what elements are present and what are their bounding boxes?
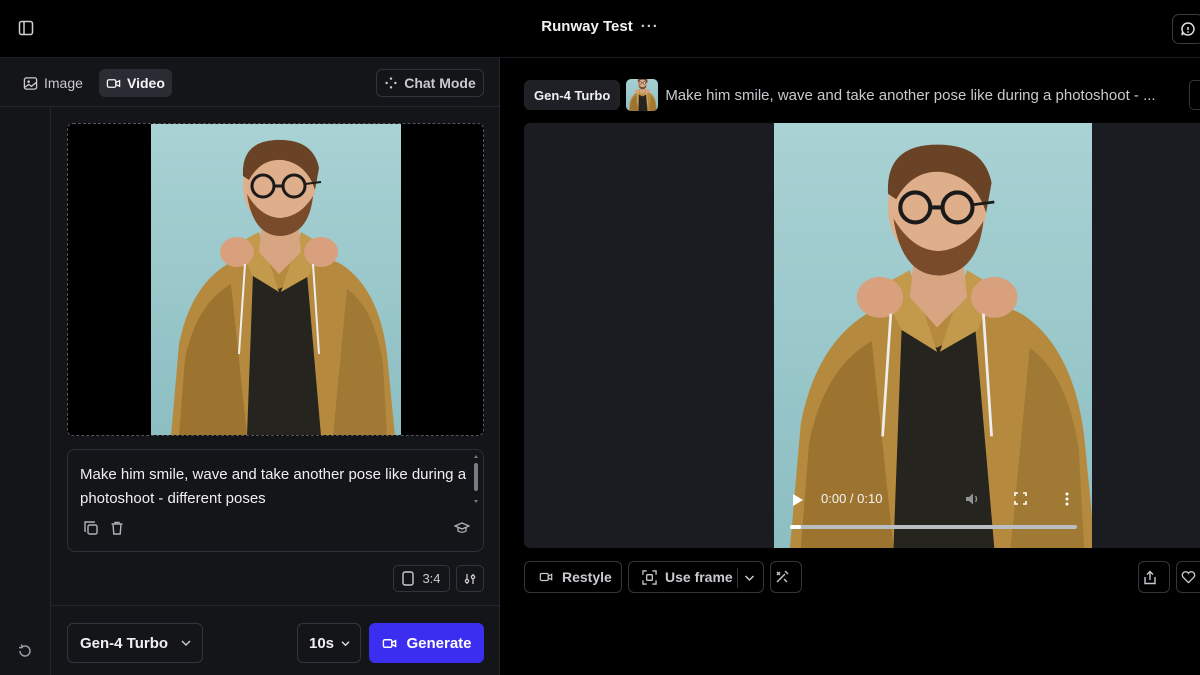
model-select[interactable]: Gen-4 Turbo bbox=[67, 623, 203, 663]
duration-value: 10s bbox=[309, 634, 335, 652]
heart-icon bbox=[1181, 571, 1195, 584]
trash-icon[interactable] bbox=[109, 520, 125, 541]
tab-video[interactable]: Video bbox=[99, 69, 172, 97]
project-title-bar: Runway Test ··· bbox=[0, 18, 1200, 35]
restyle-label: Restyle bbox=[562, 569, 612, 585]
chevron-down-icon bbox=[341, 641, 350, 647]
play-icon[interactable] bbox=[792, 493, 804, 512]
copy-icon[interactable] bbox=[83, 520, 99, 541]
left-rail bbox=[0, 107, 51, 675]
use-frame-button[interactable]: Use frame bbox=[628, 561, 764, 593]
video-icon bbox=[383, 638, 397, 648]
model-select-value: Gen-4 Turbo bbox=[80, 634, 169, 652]
image-icon bbox=[23, 76, 38, 90]
sliders-icon bbox=[464, 573, 476, 584]
chevron-down-icon bbox=[181, 640, 191, 647]
video-icon bbox=[106, 78, 121, 88]
sparkle-icon bbox=[385, 77, 397, 89]
portrait-frame-icon bbox=[402, 571, 415, 586]
video-player[interactable]: 0:00 / 0:10 bbox=[524, 123, 1200, 548]
input-image bbox=[151, 124, 401, 435]
model-chip: Gen-4 Turbo bbox=[524, 80, 621, 110]
more-options-icon[interactable] bbox=[1065, 492, 1069, 511]
use-frame-label: Use frame bbox=[665, 569, 733, 585]
generation-prompt: Make him smile, wave and take another po… bbox=[665, 86, 1156, 104]
feedback-chat-button[interactable] bbox=[1172, 14, 1200, 44]
aspect-ratio-value: 3:4 bbox=[422, 571, 441, 586]
project-more-icon[interactable]: ··· bbox=[641, 18, 659, 35]
input-image-dropzone[interactable] bbox=[67, 123, 484, 436]
chat-mode-label: Chat Mode bbox=[404, 75, 476, 91]
graduation-cap-icon[interactable] bbox=[453, 520, 471, 541]
output-panel: Gen-4 Turbo Make him smile, wave and tak… bbox=[501, 58, 1200, 675]
chevron-down-icon[interactable] bbox=[744, 574, 755, 582]
share-icon bbox=[1144, 570, 1156, 584]
generation-menu-button[interactable] bbox=[1189, 80, 1200, 110]
top-bar: Runway Test ··· bbox=[0, 0, 1200, 58]
tab-image-label: Image bbox=[44, 75, 83, 91]
generation-panel: Image Video Chat Mode Make him smile, wa… bbox=[0, 58, 500, 675]
frame-capture-icon bbox=[642, 569, 657, 585]
input-thumbnail[interactable] bbox=[626, 74, 659, 116]
generate-label: Generate bbox=[406, 634, 472, 652]
project-title[interactable]: Runway Test bbox=[541, 18, 632, 35]
generation-header: Gen-4 Turbo Make him smile, wave and tak… bbox=[524, 74, 1156, 116]
duration-select[interactable]: 10s bbox=[297, 623, 361, 663]
settings-button[interactable] bbox=[456, 565, 484, 592]
video-controls: 0:00 / 0:10 bbox=[774, 483, 1092, 548]
tab-image[interactable]: Image bbox=[16, 69, 90, 97]
restyle-button[interactable]: Restyle bbox=[524, 561, 622, 593]
prompt-input[interactable]: Make him smile, wave and take another po… bbox=[80, 463, 470, 511]
volume-icon[interactable] bbox=[965, 492, 981, 511]
chat-mode-button[interactable]: Chat Mode bbox=[376, 69, 484, 97]
video-time: 0:00 / 0:10 bbox=[821, 491, 883, 506]
tab-video-label: Video bbox=[127, 75, 165, 91]
magic-tool-button[interactable] bbox=[770, 561, 802, 593]
aspect-ratio-button[interactable]: 3:4 bbox=[393, 565, 450, 592]
generate-button[interactable]: Generate bbox=[369, 623, 484, 663]
mode-bar: Image Video Chat Mode bbox=[0, 58, 500, 107]
prompt-scrollbar[interactable] bbox=[473, 454, 479, 504]
video-progress-fill bbox=[790, 525, 802, 529]
chat-bubble-icon bbox=[1181, 22, 1195, 36]
history-icon[interactable] bbox=[17, 643, 33, 664]
share-button[interactable] bbox=[1138, 561, 1170, 593]
video-icon bbox=[539, 572, 553, 582]
prompt-box[interactable]: Make him smile, wave and take another po… bbox=[67, 449, 484, 552]
fullscreen-icon[interactable] bbox=[1014, 492, 1027, 510]
wand-icon bbox=[776, 570, 789, 583]
video-progress-bar[interactable] bbox=[790, 525, 1077, 529]
generate-bar: Gen-4 Turbo 10s Generate bbox=[51, 605, 500, 675]
favorite-button[interactable] bbox=[1176, 561, 1200, 593]
